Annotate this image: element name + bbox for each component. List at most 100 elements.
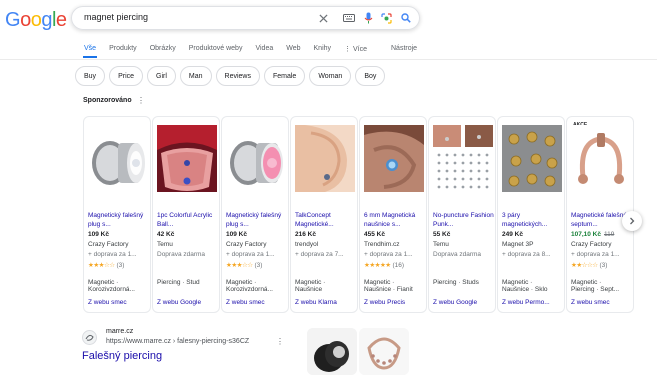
tab-books[interactable]: Knihy (314, 45, 332, 53)
tab-images[interactable]: Obrázky (150, 45, 176, 53)
product-tags: Magnetic · Korozivzdorná... (226, 279, 273, 293)
sponsored-label: Sponzorováno (83, 97, 132, 104)
product-store: trendyol (295, 241, 319, 248)
product-image-septum-ring[interactable] (571, 125, 631, 192)
active-tab-indicator (83, 56, 97, 58)
product-image-tongue-piercing[interactable] (157, 125, 217, 192)
product-image-silver-plug[interactable] (88, 125, 148, 192)
product-image-nose-studs[interactable] (433, 125, 493, 192)
product-image-blue-stud[interactable] (364, 125, 424, 192)
chip-girl[interactable]: Girl (147, 66, 176, 86)
product-price: 249 Kč (502, 231, 523, 238)
tools-button[interactable]: Nástroje (391, 45, 417, 52)
site-favicon[interactable] (82, 330, 97, 345)
product-card[interactable]: 1pc Colorful Acrylic Ball... 42 Kč Temu … (152, 116, 220, 313)
chip-buy[interactable]: Buy (75, 66, 106, 86)
product-title[interactable]: 6 mm Magnetická naušnice s... (364, 211, 426, 229)
product-image-gold-studs[interactable] (502, 125, 562, 192)
product-source-link[interactable]: Z webu smec (88, 299, 127, 306)
rating-count: (3) (116, 262, 125, 269)
product-card[interactable]: No-puncture Fashion Punk... 55 Kč Temu D… (428, 116, 496, 313)
product-tags-line-1: Piercing · Studs (433, 279, 479, 286)
product-rating: ★★★★★ (16) (364, 261, 404, 269)
google-logo[interactable]: Google (5, 9, 67, 32)
product-tags: Magnetic · Piercing · Sept... (571, 279, 619, 293)
chip-female[interactable]: Female (263, 66, 306, 86)
product-source-link[interactable]: Z webu Google (433, 299, 477, 306)
product-price: 55 Kč (433, 231, 451, 238)
result-image-septum-ring[interactable] (359, 328, 409, 375)
product-source-link[interactable]: Z webu Google (157, 299, 201, 306)
product-title[interactable]: No-puncture Fashion Punk... (433, 211, 495, 229)
product-store: Crazy Factory (88, 241, 129, 248)
product-source-link[interactable]: Z webu Permo... (502, 299, 550, 306)
logo-letter: o (20, 9, 31, 31)
product-tags-line-2: Korozivzdorná... (88, 286, 135, 293)
chip-price[interactable]: Price (109, 66, 144, 86)
product-card[interactable]: Magnetický falešný plug s... 109 Kč Craz… (221, 116, 289, 313)
mic-icon[interactable] (361, 11, 375, 25)
chip-woman[interactable]: Woman (309, 66, 352, 86)
result-menu-icon[interactable]: ⋮ (276, 337, 284, 346)
product-image-ear-stud[interactable] (295, 125, 355, 192)
product-tags-line-1: Magnetic · (571, 279, 602, 286)
product-title[interactable]: TalkConcept Magnetické... (295, 211, 357, 229)
logo-letter: o (30, 9, 42, 31)
carousel-next-button[interactable] (622, 211, 642, 231)
product-title[interactable]: Magnetický falešný plug s... (88, 211, 150, 229)
product-shipping: + doprava za 7... (295, 251, 344, 258)
product-shipping: + doprava za 1... (88, 251, 137, 258)
product-store: Temu (157, 241, 173, 248)
tab-all[interactable]: Vše (84, 45, 96, 53)
product-source-link[interactable]: Z webu Precis (364, 299, 405, 306)
original-price: 119 (604, 231, 615, 238)
product-source-link[interactable]: Z webu Klarna (295, 299, 337, 306)
product-tags: Piercing · Studs (433, 279, 479, 286)
product-tags-line-2: Korozivzdorná... (226, 286, 273, 293)
chip-reviews[interactable]: Reviews (215, 66, 260, 86)
product-title[interactable]: 3 páry magnetických... (502, 211, 564, 229)
product-image-pink-plug[interactable] (226, 125, 286, 192)
tab-web[interactable]: Web (286, 45, 300, 53)
product-card[interactable]: 3 páry magnetických... 249 Kč Magnet 3P … (497, 116, 565, 313)
result-site-name[interactable]: marre.cz (106, 328, 133, 335)
product-rating: ★★★☆☆ (3) (226, 261, 262, 269)
tab-more[interactable]: ⋮ Více (344, 45, 367, 53)
logo-letter: e (55, 9, 67, 31)
logo-letter: G (5, 9, 21, 31)
product-store: Crazy Factory (226, 241, 267, 248)
keyboard-icon[interactable] (342, 11, 356, 25)
product-tags-line-1: Magnetic · (502, 279, 533, 286)
product-shipping: Doprava zdarma (157, 251, 206, 258)
product-title[interactable]: Magnetický falešný plug s... (226, 211, 288, 229)
chip-man[interactable]: Man (179, 66, 212, 86)
rating-count: (3) (254, 262, 263, 269)
result-title[interactable]: Falešný piercing (82, 350, 162, 362)
tab-product-sites[interactable]: Produktové weby (189, 45, 243, 53)
product-tags-line-1: Magnetic · (364, 279, 395, 286)
search-input[interactable]: magnet piercing (84, 12, 148, 22)
search-icon[interactable] (399, 11, 413, 25)
product-source-link[interactable]: Z webu smec (226, 299, 265, 306)
search-box[interactable]: magnet piercing (71, 6, 420, 30)
tab-products[interactable]: Produkty (109, 45, 137, 53)
product-tags: Piercing · Stud (157, 279, 200, 286)
product-card[interactable]: Magnetický falešný plug s... 109 Kč Craz… (83, 116, 151, 313)
product-card[interactable]: 6 mm Magnetická naušnice s... 455 Kč Tre… (359, 116, 427, 313)
product-store: Temu (433, 241, 449, 248)
rating-stars: ★★☆☆☆ (571, 262, 598, 269)
result-url[interactable]: https://www.marre.cz › falesny-piercing-… (106, 338, 249, 345)
chip-boy[interactable]: Boy (355, 66, 386, 86)
tab-videos[interactable]: Videa (255, 45, 273, 53)
rating-stars: ★★★☆☆ (88, 262, 115, 269)
product-price: 109 Kč (226, 231, 247, 238)
product-title[interactable]: 1pc Colorful Acrylic Ball... (157, 211, 219, 229)
product-card[interactable]: TalkConcept Magnetické... 216 Kč trendyo… (290, 116, 358, 313)
product-store: Trendhim.cz (364, 241, 400, 248)
result-image-black-plug[interactable] (307, 328, 357, 375)
lens-icon[interactable] (379, 11, 393, 25)
sponsored-menu-icon[interactable]: ⋮ (137, 96, 145, 105)
product-source-link[interactable]: Z webu smec (571, 299, 610, 306)
close-icon[interactable] (316, 11, 330, 25)
product-tags: Magnetic · Naušnice (295, 279, 325, 293)
